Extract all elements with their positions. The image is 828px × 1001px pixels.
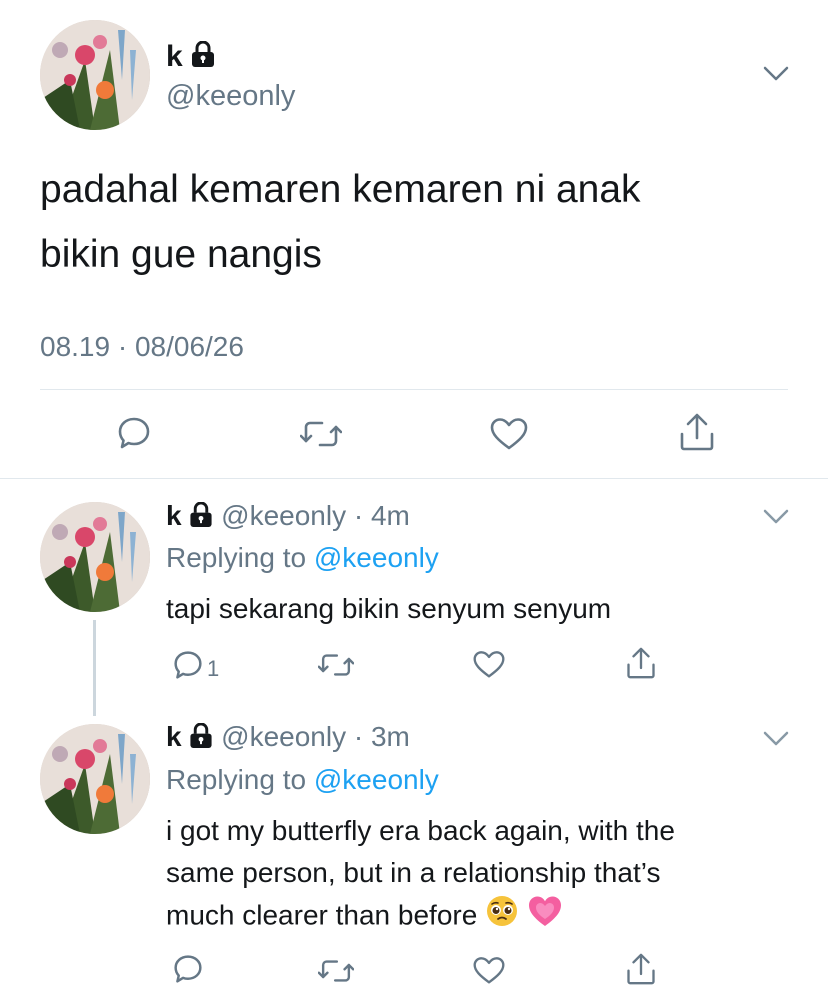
reply-text-line: much clearer than before — [166, 899, 478, 931]
chevron-down-icon[interactable] — [763, 731, 789, 752]
avatar[interactable] — [40, 20, 150, 130]
heart-icon — [473, 651, 505, 678]
tweet-text-line: padahal kemaren kemaren ni anak — [40, 168, 641, 211]
like-button[interactable] — [473, 650, 505, 679]
tweet-timestamp[interactable]: 08.19 · 08/06/26 — [40, 331, 244, 363]
reply-text: i got my butterfly era back again, with … — [166, 810, 806, 940]
tweet-text: padahal kemaren kemaren ni anak bikin gu… — [40, 166, 780, 278]
lock-icon — [191, 40, 215, 75]
speech-bubble-icon — [118, 417, 150, 449]
lock-icon — [189, 501, 213, 534]
replying-to-link[interactable]: @keeonly — [314, 542, 439, 573]
chevron-down-icon[interactable] — [763, 509, 789, 530]
replying-to-link[interactable]: @keeonly — [314, 764, 439, 795]
handle[interactable]: @keeonly — [166, 80, 295, 113]
reply-text-line: same person, but in a relationship that’… — [166, 857, 661, 888]
display-name[interactable]: k — [166, 40, 215, 75]
retweet-button[interactable] — [318, 652, 354, 678]
reply-button[interactable] — [173, 954, 203, 984]
avatar-flowers-image — [40, 724, 150, 834]
reply-text-line: i got my butterfly era back again, with … — [166, 815, 675, 846]
chevron-down-icon[interactable] — [763, 66, 789, 87]
pleading-face-emoji — [485, 894, 519, 940]
reply-text-last-line: much clearer than before — [166, 894, 806, 940]
share-button[interactable] — [626, 646, 656, 680]
growing-heart-emoji — [527, 894, 563, 940]
retweet-button[interactable] — [318, 958, 354, 984]
heart-icon — [473, 957, 505, 984]
reply-text: tapi sekarang bikin senyum senyum — [166, 593, 612, 624]
thread-connector-line — [93, 620, 96, 716]
retweet-icon — [318, 654, 354, 676]
share-button[interactable] — [626, 952, 656, 986]
share-icon — [627, 953, 655, 985]
replying-to-label: Replying to — [166, 764, 314, 795]
reply-header[interactable]: k @keeonly · 3m — [166, 721, 410, 755]
avatar[interactable] — [40, 724, 150, 834]
display-name-text: k — [166, 500, 182, 531]
divider — [40, 389, 788, 390]
like-button[interactable] — [473, 956, 505, 985]
replying-to: Replying to @keeonly — [166, 542, 439, 574]
replying-to-label: Replying to — [166, 542, 314, 573]
like-button[interactable] — [490, 417, 528, 451]
share-icon — [680, 413, 714, 451]
retweet-icon — [300, 421, 342, 447]
handle-time: @keeonly · 4m — [221, 500, 410, 531]
divider — [0, 478, 828, 479]
lock-icon — [189, 722, 213, 755]
handle-time: @keeonly · 3m — [221, 721, 410, 752]
display-name-text: k — [166, 721, 182, 752]
retweet-icon — [318, 960, 354, 982]
reply-button[interactable] — [117, 416, 151, 450]
retweet-button[interactable] — [300, 419, 342, 449]
display-name-text: k — [166, 40, 183, 73]
heart-icon — [490, 418, 528, 450]
replying-to: Replying to @keeonly — [166, 764, 439, 796]
share-icon — [627, 647, 655, 679]
reply-button[interactable]: 1 — [173, 648, 219, 682]
avatar-flowers-image — [40, 20, 150, 130]
share-button[interactable] — [679, 412, 715, 452]
reply-count: 1 — [207, 656, 220, 681]
tweet-text-line: bikin gue nangis — [40, 233, 322, 276]
avatar[interactable] — [40, 502, 150, 612]
speech-bubble-icon — [174, 955, 202, 983]
reply-header[interactable]: k @keeonly · 4m — [166, 500, 410, 534]
avatar-flowers-image — [40, 502, 150, 612]
speech-bubble-icon — [174, 651, 202, 679]
